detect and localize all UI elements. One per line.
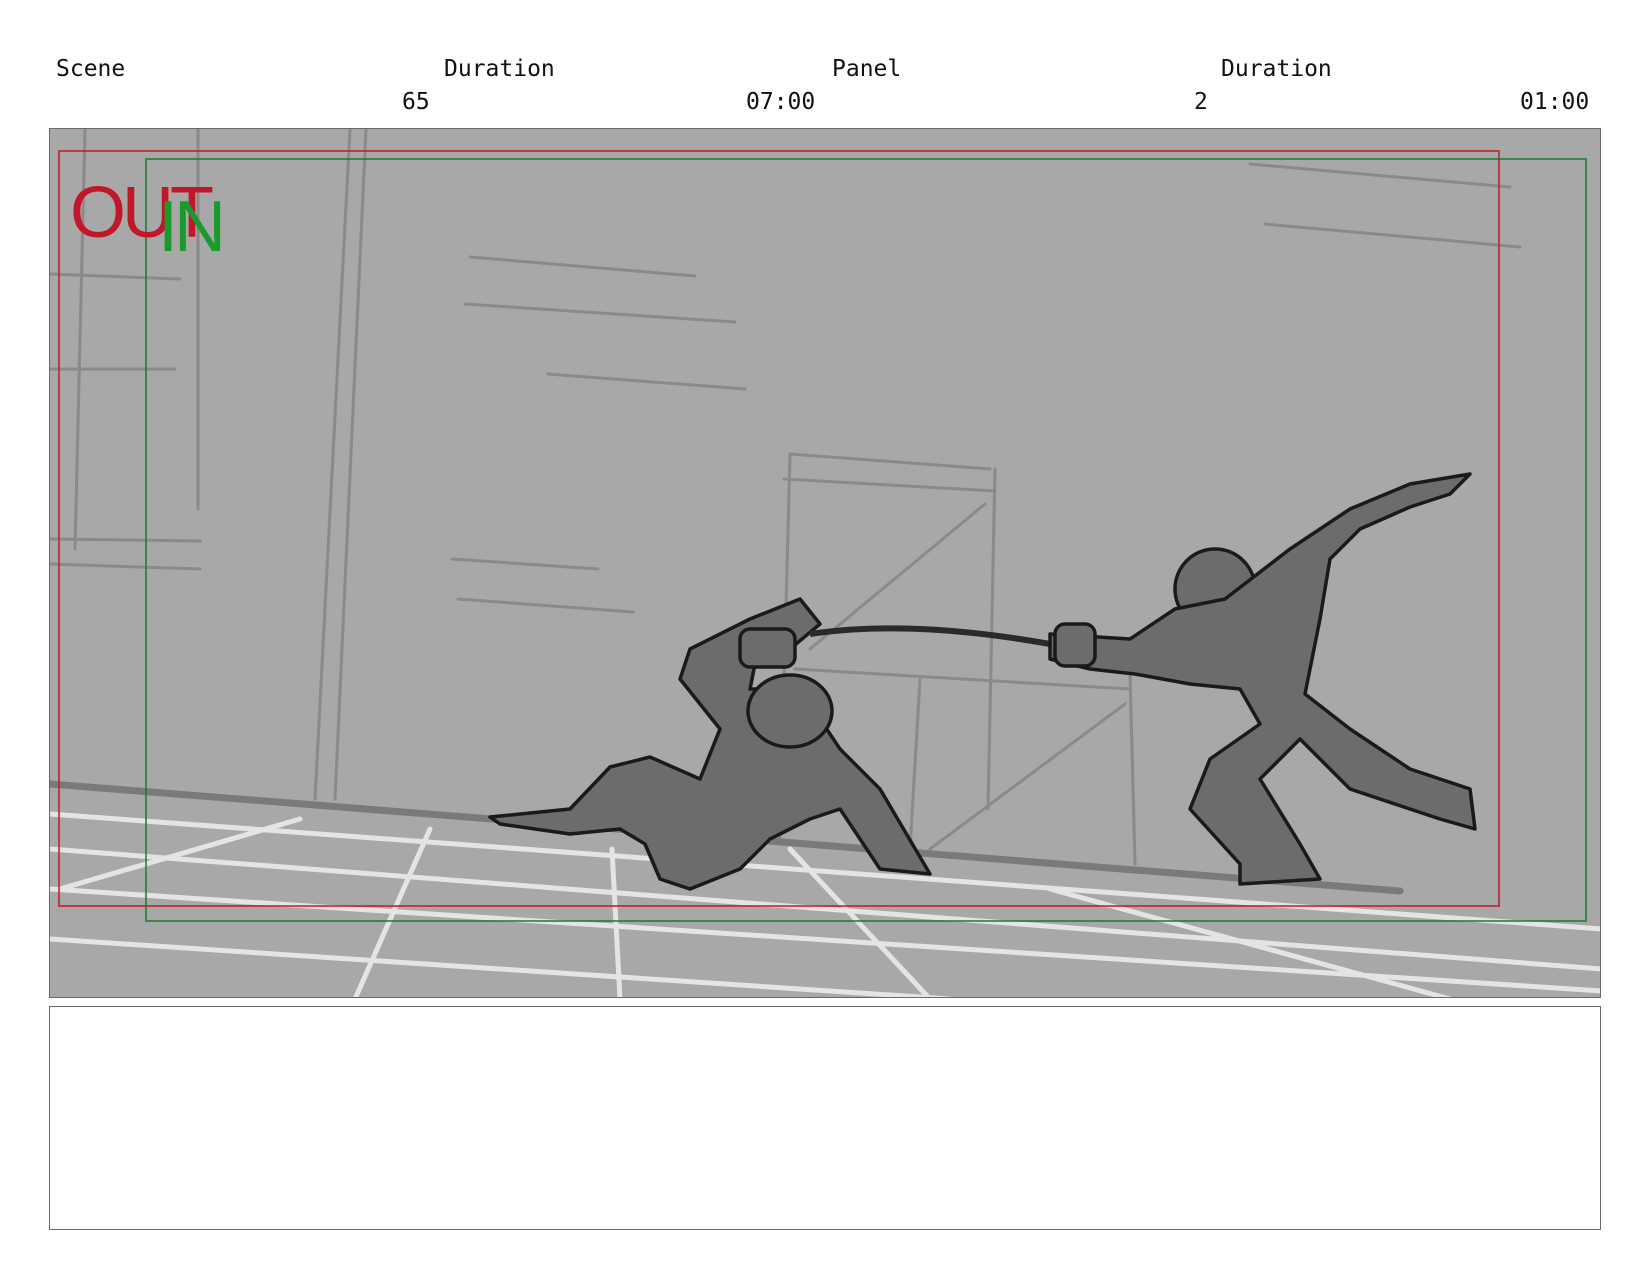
panel-duration-value: 01:00 [1520, 89, 1590, 115]
scene-duration-label: Duration [444, 56, 555, 82]
panel-number: 2 [1194, 89, 1208, 115]
storyboard-sketch [50, 129, 1600, 997]
storyboard-panel-frame: OUT IN [49, 128, 1601, 998]
panel-label: Panel [832, 56, 902, 82]
scene-number: 65 [402, 89, 430, 115]
panel-duration-label: Duration [1221, 56, 1332, 82]
scene-duration-value: 07:00 [746, 89, 816, 115]
scene-label: Scene [56, 56, 126, 82]
in-safe-label: IN [158, 187, 226, 267]
panel-notes-box[interactable] [49, 1006, 1601, 1230]
